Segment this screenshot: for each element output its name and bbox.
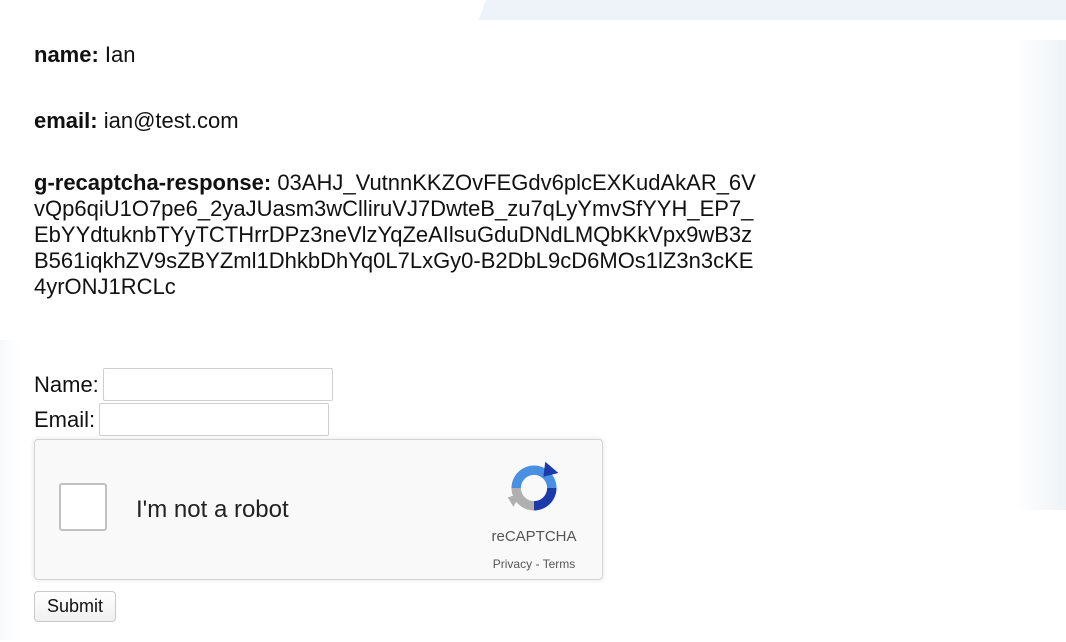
result-name-label: name: [34, 42, 99, 67]
recaptcha-response-label: g-recaptcha-response: [34, 170, 272, 195]
recaptcha-checkbox-label: I'm not a robot [136, 496, 289, 523]
result-email-line: email: ian@test.com [34, 108, 239, 134]
result-name-value: Ian [104, 42, 136, 67]
privacy-link[interactable]: Privacy [493, 557, 532, 571]
email-form-row: Email: [34, 403, 330, 436]
recaptcha-response-block: g-recaptcha-response: 03AHJ_VutnnKKZOvFE… [34, 170, 1044, 300]
recaptcha-response-line: EbYYdtuknbTYyTCTHrrDPz3neVlzYqZeAIlsuGdu… [34, 222, 753, 247]
result-email-label: email: [34, 108, 98, 133]
recaptcha-response-line: vQp6qiU1O7pe6_2yaJUasm3wClliruVJ7DwteB_z… [34, 196, 754, 221]
submit-button[interactable]: Submit [34, 591, 117, 622]
name-form-row: Name: [34, 368, 333, 401]
email-input[interactable] [99, 403, 330, 436]
recaptcha-logo-icon [507, 461, 559, 511]
link-separator: - [532, 557, 543, 571]
email-field-label: Email: [34, 406, 96, 432]
name-field-label: Name: [34, 371, 99, 397]
recaptcha-brand: reCAPTCHA [491, 528, 577, 545]
recaptcha-widget: I'm not a robot reCAPTCHA Privacy - Term… [34, 439, 603, 580]
recaptcha-checkbox[interactable] [59, 483, 107, 531]
recaptcha-response-line: 4yrONJ1RCLc [34, 274, 176, 299]
result-email-value: ian@test.com [103, 108, 239, 133]
name-input[interactable] [102, 368, 333, 401]
background-decoration [0, 340, 20, 640]
recaptcha-response-line: B561iqkhZV9sZBYZml1DhkbDhYq0L7LxGy0-B2Db… [34, 248, 754, 273]
recaptcha-response-line: 03AHJ_VutnnKKZOvFEGdv6plcEXKudAkAR_6V [277, 170, 756, 195]
terms-link[interactable]: Terms [543, 557, 576, 571]
recaptcha-logo-area: reCAPTCHA Privacy - Terms [474, 458, 594, 571]
recaptcha-links: Privacy - Terms [474, 557, 594, 571]
page-content: name: Ian email: ian@test.com g-recaptch… [34, 0, 1044, 642]
result-name-line: name: Ian [34, 42, 136, 68]
